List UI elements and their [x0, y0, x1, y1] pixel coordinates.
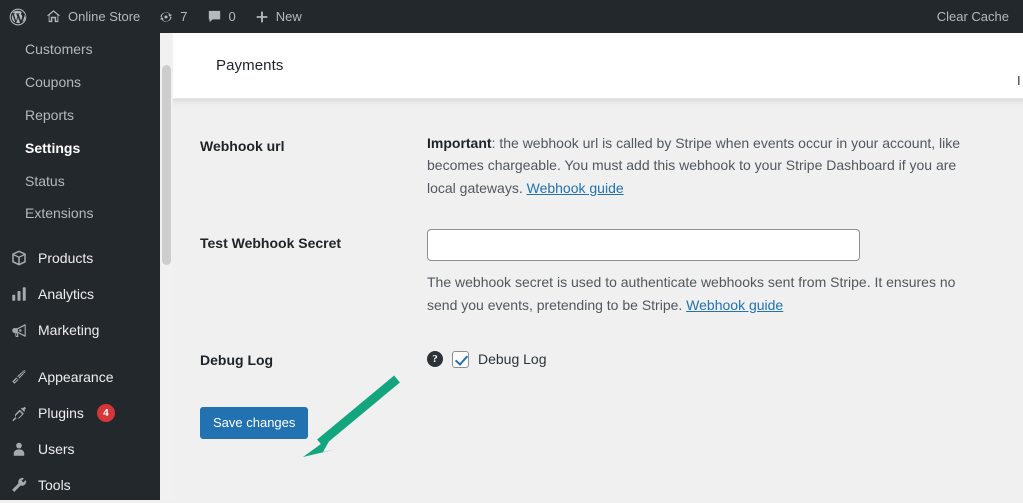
webhook-url-field-cell: Important: the webhook url is called by … [425, 117, 1023, 214]
debug-log-label: Debug Log [200, 351, 274, 368]
analytics-bars-icon [9, 284, 29, 304]
new-content-menu[interactable]: New [245, 0, 311, 33]
comments-count: 0 [228, 9, 236, 24]
test-webhook-secret-desc-text-2: send you events, pretending to be Stripe… [427, 296, 687, 313]
submit-area: Save changes [173, 389, 1023, 440]
tools-wrench-icon [9, 475, 29, 495]
sidebar-scrollbar[interactable] [160, 33, 173, 500]
sidebar-scrollbar-thumb[interactable] [162, 65, 171, 265]
debug-log-checkbox-label[interactable]: Debug Log [478, 351, 547, 367]
test-webhook-secret-desc-line-1: The webhook secret is used to authentica… [427, 274, 956, 291]
admin-bar: Online Store 7 0 New Clear Cache [0, 0, 1023, 33]
sidebar-item-label: Plugins [38, 405, 84, 422]
main-content: Payments I Webhook url Important: the we… [173, 33, 1023, 500]
admin-sidebar-menu: Customers Coupons Reports Settings Statu… [0, 33, 160, 500]
clear-cache-label: Clear Cache [936, 9, 1009, 24]
updates-count: 7 [180, 9, 188, 24]
save-changes-button[interactable]: Save changes [200, 407, 309, 440]
sidebar-subitem-settings[interactable]: Settings [0, 132, 160, 165]
webhook-url-desc-line-2: becomes chargeable. You must add this we… [427, 157, 957, 174]
sidebar-item-marketing[interactable]: Marketing [0, 312, 160, 348]
settings-form-table: Webhook url Important: the webhook url i… [173, 107, 1023, 440]
test-webhook-secret-description: The webhook secret is used to authentica… [427, 261, 1013, 316]
plugins-plug-icon [9, 403, 29, 423]
webhook-url-desc-text-1: : the webhook url is called by Stripe wh… [491, 135, 961, 151]
test-webhook-secret-desc-line-2: send you events, pretending to be Stripe… [427, 294, 1013, 316]
sidebar-item-plugins[interactable]: Plugins 4 [0, 395, 160, 431]
sidebar-item-label: Products [38, 250, 94, 267]
sidebar-subitem-extensions[interactable]: Extensions [0, 197, 160, 230]
header-shadow [173, 99, 1023, 107]
new-label: New [275, 9, 302, 24]
webhook-url-label: Webhook url [200, 138, 285, 154]
clear-cache-button[interactable]: Clear Cache [928, 0, 1023, 33]
test-webhook-secret-input[interactable] [427, 229, 860, 262]
sidebar-item-tools[interactable]: Tools [0, 467, 160, 503]
plugins-update-badge: 4 [96, 404, 115, 423]
page-header-right-clipped-text: I [1017, 73, 1021, 88]
site-name-label: Online Store [68, 9, 141, 24]
woocommerce-submenu: Customers Coupons Reports Settings Statu… [0, 33, 160, 230]
site-name-menu[interactable]: Online Store [36, 0, 149, 33]
sidebar-item-label: Users [38, 441, 75, 458]
products-box-icon [9, 248, 29, 268]
users-person-icon [9, 439, 29, 459]
test-webhook-secret-field-cell: The webhook secret is used to authentica… [425, 214, 1023, 331]
sidebar-item-users[interactable]: Users [0, 431, 160, 467]
sidebar-item-products[interactable]: Products [0, 240, 160, 276]
webhook-url-desc-line-1: Important: the webhook url is called by … [427, 132, 1013, 154]
debug-log-checkbox-line: ? Debug Log [427, 346, 1013, 368]
wordpress-logo-icon [8, 7, 28, 27]
debug-log-checkbox[interactable] [452, 350, 469, 368]
sidebar-subitem-customers[interactable]: Customers [0, 33, 160, 66]
sidebar-item-analytics[interactable]: Analytics [0, 276, 160, 312]
sidebar-item-appearance[interactable]: Appearance [0, 359, 160, 395]
comments-menu[interactable]: 0 [197, 0, 245, 33]
important-label: Important [427, 135, 492, 151]
webhook-guide-link-1[interactable]: Webhook guide [527, 180, 624, 196]
sidebar-subitem-reports[interactable]: Reports [0, 99, 160, 132]
test-webhook-secret-label: Test Webhook Secret [200, 235, 342, 252]
marketing-megaphone-icon [9, 320, 29, 340]
setting-row-test-webhook-secret: Test Webhook Secret The webhook secret i… [173, 214, 1023, 331]
sidebar-item-label: Marketing [38, 322, 100, 339]
sidebar-item-label: Appearance [38, 369, 114, 386]
plus-icon [254, 9, 270, 25]
sidebar-item-label: Analytics [38, 286, 95, 303]
sidebar-subitem-coupons[interactable]: Coupons [0, 66, 160, 99]
webhook-url-description: Important: the webhook url is called by … [427, 132, 1013, 199]
wordpress-logo-button[interactable] [0, 0, 36, 33]
help-question-icon[interactable]: ? [427, 351, 443, 368]
setting-row-webhook-url: Webhook url Important: the webhook url i… [173, 117, 1023, 214]
updates-menu[interactable]: 7 [149, 0, 196, 33]
appearance-brush-icon [9, 367, 29, 387]
debug-log-field-cell: ? Debug Log [425, 331, 1023, 383]
setting-row-debug-log: Debug Log ? Debug Log [173, 331, 1023, 389]
sidebar-item-label: Tools [38, 477, 71, 494]
page-title: Payments [216, 57, 284, 74]
webhook-guide-link-2[interactable]: Webhook guide [686, 297, 783, 313]
webhook-url-desc-text-3: local gateways. [427, 179, 527, 196]
comment-bubble-icon [206, 8, 223, 25]
home-icon [45, 8, 62, 25]
updates-icon [158, 9, 174, 25]
sidebar-separator [0, 348, 160, 359]
sidebar-subitem-status[interactable]: Status [0, 165, 160, 198]
page-header: Payments I [173, 33, 1023, 99]
webhook-url-desc-line-3: local gateways. Webhook guide [427, 177, 1013, 199]
